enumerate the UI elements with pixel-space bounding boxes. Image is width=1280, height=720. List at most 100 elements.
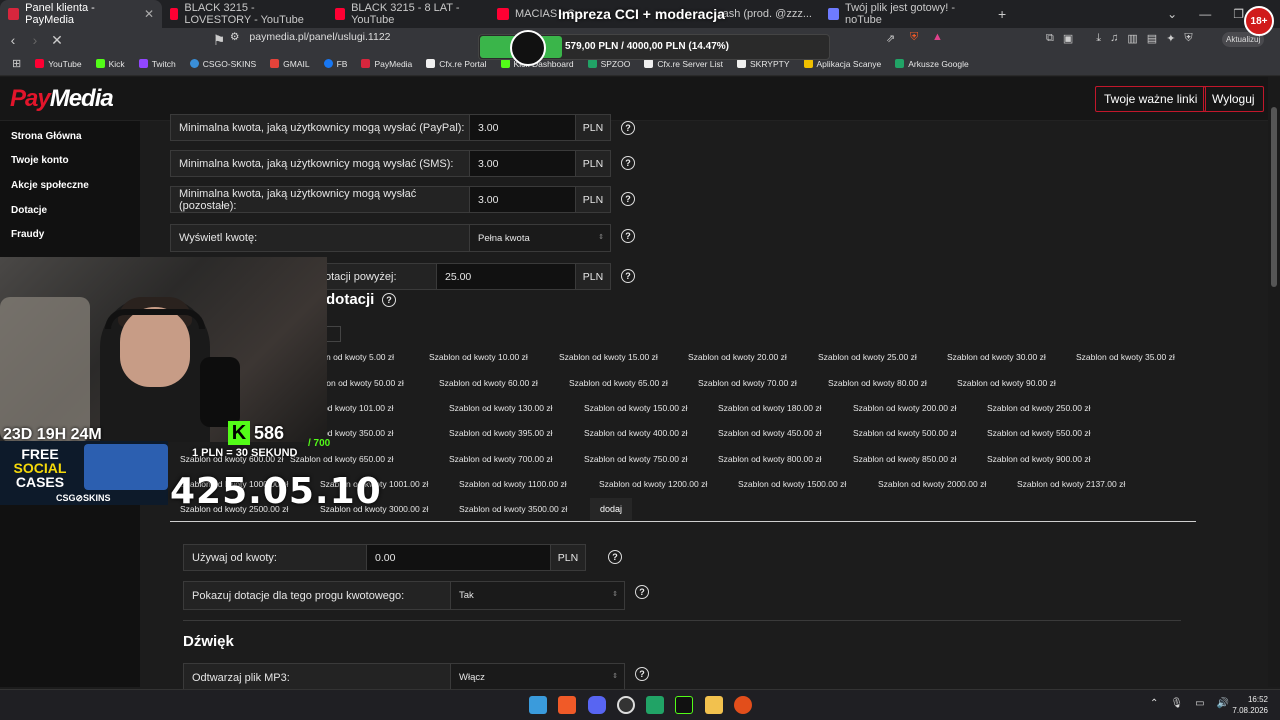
template-1500-button[interactable]: Szablon od kwoty 1500.00 zł xyxy=(738,479,846,489)
donation-above-input[interactable]: 25.00 xyxy=(436,263,576,290)
bookmark-twitch[interactable]: Twitch xyxy=(138,59,176,69)
maximize-icon[interactable]: ❐ xyxy=(1233,7,1244,21)
sidebar-item-home[interactable]: Strona Główna xyxy=(0,124,140,149)
volume-icon[interactable]: 🔊 xyxy=(1217,698,1229,709)
bookmark-scanye[interactable]: Aplikacja Scanye xyxy=(803,59,881,69)
template-850-button[interactable]: Szablon od kwoty 850.00 zł xyxy=(853,454,956,464)
template-1200-button[interactable]: Szablon od kwoty 1200.00 zł xyxy=(599,479,707,489)
tab-youtube-2[interactable]: BLACK 3215 - 8 LAT - YouTube xyxy=(327,0,489,28)
sidebar-item-frauds[interactable]: Fraudy xyxy=(0,222,140,247)
back-icon[interactable]: ‹ xyxy=(2,32,24,48)
template-200-button[interactable]: Szablon od kwoty 200.00 zł xyxy=(853,403,956,413)
template-500-button[interactable]: Szablon od kwoty 500.00 zł xyxy=(853,428,956,438)
sidebar-item-donations[interactable]: Dotacje xyxy=(0,198,140,223)
bookmark-kick[interactable]: Kick xyxy=(95,59,125,69)
new-tab-icon[interactable]: + xyxy=(998,6,1006,22)
template-10-button[interactable]: Szablon od kwoty 10.00 zł xyxy=(429,352,528,362)
template-400-button[interactable]: Szablon od kwoty 400.00 zł xyxy=(584,428,687,438)
help-icon[interactable]: ? xyxy=(608,550,622,564)
taskbar-clock[interactable]: 16:52 7.08.2026 xyxy=(1232,694,1268,716)
template-35-button[interactable]: Szablon od kwoty 35.00 zł xyxy=(1076,352,1175,362)
template-20-button[interactable]: Szablon od kwoty 20.00 zł xyxy=(688,352,787,362)
template-65-button[interactable]: Szablon od kwoty 65.00 zł xyxy=(569,378,668,388)
paymedia-logo[interactable]: PayMedia xyxy=(10,85,114,113)
brave-rewards-icon[interactable]: ▲ xyxy=(932,31,943,43)
template-30-button[interactable]: Szablon od kwoty 30.00 zł xyxy=(947,352,1046,362)
help-icon[interactable]: ? xyxy=(621,269,635,283)
template-80-button[interactable]: Szablon od kwoty 80.00 zł xyxy=(828,378,927,388)
template-700-button[interactable]: Szablon od kwoty 700.00 zł xyxy=(449,454,552,464)
template-650-button[interactable]: Szablon od kwoty 650.00 zł xyxy=(290,454,393,464)
bookmark-spzoo[interactable]: SPZOO xyxy=(587,59,630,69)
min-sms-input[interactable]: 3.00 xyxy=(469,150,576,177)
template-15-button[interactable]: Szablon od kwoty 15.00 zł xyxy=(559,352,658,362)
template-550-button[interactable]: Szablon od kwoty 550.00 zł xyxy=(987,428,1090,438)
help-icon[interactable]: ? xyxy=(621,121,635,135)
page-scrollbar[interactable] xyxy=(1268,77,1280,687)
min-other-input[interactable]: 3.00 xyxy=(469,186,576,213)
tab-paymedia[interactable]: Panel klienta - PayMedia ✕ xyxy=(0,0,162,28)
play-mp3-select[interactable]: Włącz ⇕ xyxy=(450,663,625,692)
template-90-button[interactable]: Szablon od kwoty 90.00 zł xyxy=(957,378,1056,388)
brave-browser-icon[interactable] xyxy=(558,696,576,714)
obs-icon[interactable] xyxy=(617,696,635,714)
minimize-icon[interactable]: — xyxy=(1199,7,1211,21)
bookmark-skrypty[interactable]: SKRYPTY xyxy=(736,59,790,69)
template-395-button[interactable]: Szablon od kwoty 395.00 zł xyxy=(449,428,552,438)
template-2137-button[interactable]: Szablon od kwoty 2137.00 zł xyxy=(1017,479,1125,489)
important-links-button[interactable]: Twoje ważne linki xyxy=(1095,86,1207,112)
app-icon[interactable] xyxy=(734,696,752,714)
apps-icon[interactable]: ⊞ xyxy=(12,57,21,70)
help-icon[interactable]: ? xyxy=(635,667,649,681)
bookmark-cfx-portal[interactable]: Cfx.re Portal xyxy=(426,59,487,69)
leo-icon[interactable]: ✦ xyxy=(1166,32,1175,45)
bookmark-cfx-server-list[interactable]: Cfx.re Server List xyxy=(644,59,723,69)
template-150-button[interactable]: Szablon od kwoty 150.00 zł xyxy=(584,403,687,413)
bookmark-icon[interactable]: ⚑ xyxy=(208,32,230,49)
wallet-icon[interactable]: ▣ xyxy=(1063,32,1073,45)
sidebar-item-social-actions[interactable]: Akcje społeczne xyxy=(0,173,140,198)
template-3500-button[interactable]: Szablon od kwoty 3500.00 zł xyxy=(459,504,567,514)
download-icon[interactable]: ⤓ xyxy=(1096,32,1101,45)
bookmark-youtube[interactable]: YouTube xyxy=(35,59,82,69)
brave-shield-icon[interactable]: ⛨ xyxy=(910,31,918,44)
file-explorer-icon[interactable] xyxy=(705,696,723,714)
use-from-input[interactable]: 0.00 xyxy=(366,544,551,571)
excel-icon[interactable] xyxy=(646,696,664,714)
close-tab-icon[interactable]: ✕ xyxy=(144,7,154,21)
reading-list-icon[interactable]: ▤ xyxy=(1147,32,1157,45)
stop-icon[interactable]: ✕ xyxy=(46,32,68,49)
add-template-button[interactable]: dodaj xyxy=(590,498,632,520)
bookmark-csgo-skins[interactable]: CSGO-SKINS xyxy=(189,59,256,69)
template-250-button[interactable]: Szablon od kwoty 250.00 zł xyxy=(987,403,1090,413)
tab-search-icon[interactable]: ⌄ xyxy=(1167,7,1177,21)
bookmark-fb[interactable]: FB xyxy=(323,59,347,69)
bookmark-gmail[interactable]: GMAIL xyxy=(270,59,310,69)
template-25-button[interactable]: Szablon od kwoty 25.00 zł xyxy=(818,352,917,362)
music-icon[interactable]: ♫ xyxy=(1110,32,1118,45)
template-2000-button[interactable]: Szablon od kwoty 2000.00 zł xyxy=(878,479,986,489)
show-amount-select[interactable]: Pełna kwota ⇕ xyxy=(469,224,611,252)
vpn-icon[interactable]: ⛨ xyxy=(1184,32,1192,45)
sidebar-item-account[interactable]: Twoje konto xyxy=(0,149,140,174)
url-field[interactable]: ⚙ paymedia.pl/panel/uslugi.1122 xyxy=(230,31,391,43)
template-1100-button[interactable]: Szablon od kwoty 1100.00 zł xyxy=(459,479,567,489)
terminal-icon[interactable] xyxy=(675,696,693,714)
help-icon[interactable]: ? xyxy=(621,229,635,243)
template-130-button[interactable]: Szablon od kwoty 130.00 zł xyxy=(449,403,552,413)
help-icon[interactable]: ? xyxy=(382,293,396,307)
help-icon[interactable]: ? xyxy=(621,156,635,170)
forward-icon[interactable]: › xyxy=(24,32,46,48)
template-800-button[interactable]: Szablon od kwoty 800.00 zł xyxy=(718,454,821,464)
help-icon[interactable]: ? xyxy=(635,585,649,599)
template-checkbox[interactable] xyxy=(325,326,341,342)
template-450-button[interactable]: Szablon od kwoty 450.00 zł xyxy=(718,428,821,438)
template-70-button[interactable]: Szablon od kwoty 70.00 zł xyxy=(698,378,797,388)
extensions-icon[interactable]: ⧉ xyxy=(1046,32,1054,45)
template-60-button[interactable]: Szablon od kwoty 60.00 zł xyxy=(439,378,538,388)
tray-chevron-icon[interactable]: ⌃ xyxy=(1150,698,1158,709)
template-750-button[interactable]: Szablon od kwoty 750.00 zł xyxy=(584,454,687,464)
template-180-button[interactable]: Szablon od kwoty 180.00 zł xyxy=(718,403,821,413)
logout-button[interactable]: Wyloguj xyxy=(1203,86,1264,112)
show-donations-select[interactable]: Tak ⇕ xyxy=(450,581,625,610)
